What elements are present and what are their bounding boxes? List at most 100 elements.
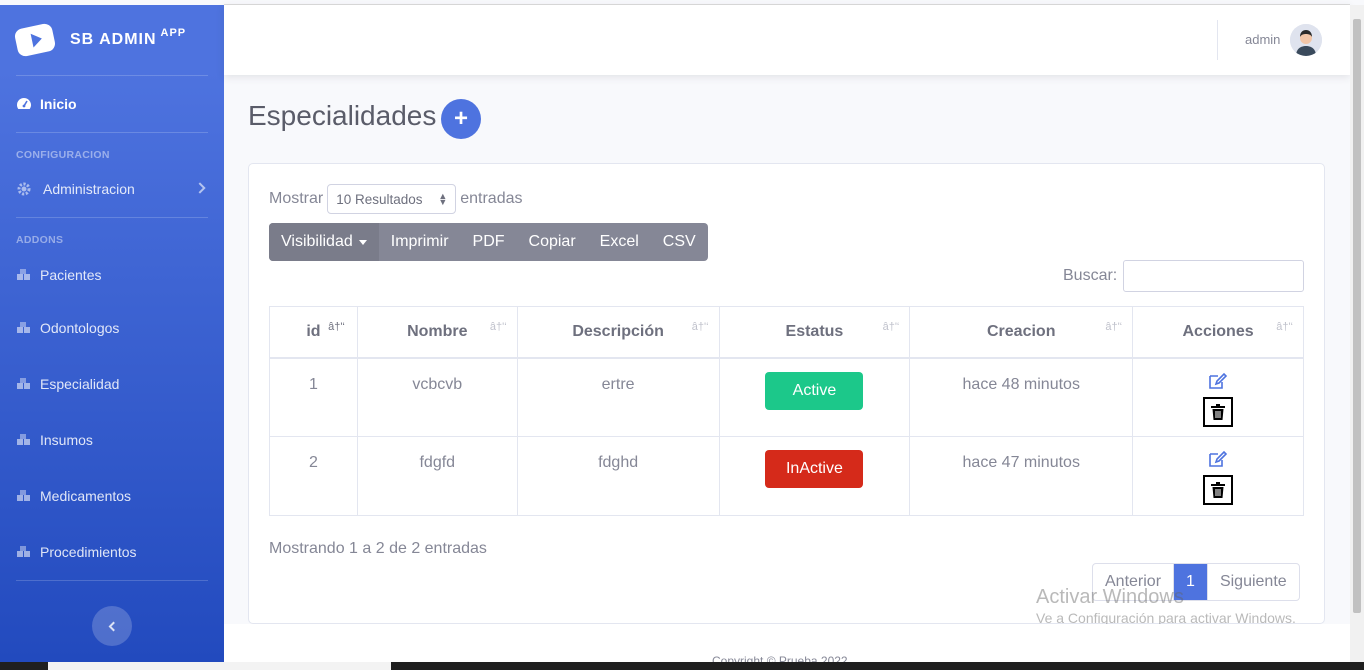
cell-estatus: InActive	[718, 436, 911, 516]
cell-acciones	[1132, 357, 1304, 437]
table-info: Mostrando 1 a 2 de 2 entradas	[269, 540, 487, 557]
cell-creacion: hace 47 minutos	[909, 436, 1134, 516]
sidebar-item-label: Procedimientos	[40, 544, 137, 560]
brand-sup: APP	[160, 27, 187, 39]
visibility-button[interactable]: Visibilidad	[269, 223, 379, 261]
sort-icon: â†'‘	[1105, 321, 1123, 333]
column-header-descripcion[interactable]: Descripción â†'‘	[516, 306, 720, 359]
cell-id: 2	[269, 436, 358, 516]
cell-creacion: hace 48 minutos	[909, 357, 1134, 437]
topbar-divider	[1217, 20, 1218, 60]
sidebar-item-inicio[interactable]: Inicio	[0, 76, 224, 132]
scrollbar-thumb[interactable]	[1353, 19, 1361, 613]
table-row: 1 vcbcvb ertre Active hace 48 minutos	[269, 357, 1304, 437]
brand-name: SB ADMIN APP	[70, 27, 187, 48]
brand[interactable]: SB ADMIN APP	[0, 5, 224, 75]
vertical-scrollbar[interactable]	[1350, 5, 1364, 662]
chevron-right-icon	[194, 182, 206, 194]
cell-acciones	[1132, 436, 1304, 516]
cubes-icon	[16, 268, 32, 282]
column-header-id[interactable]: id â†'‘	[269, 306, 358, 359]
sidebar-item-insumos[interactable]: Insumos	[0, 412, 224, 468]
length-control: Mostrar 10 Resultados ▲ ▼ entradas	[269, 184, 523, 214]
status-badge[interactable]: Active	[765, 371, 864, 410]
cell-nombre: fdgfd	[356, 436, 518, 516]
table-header-row: id â†'‘ Nombre â†'‘ Descripción â†'‘ Estatu…	[269, 306, 1304, 359]
cubes-icon	[16, 545, 32, 559]
pdf-button[interactable]: PDF	[461, 223, 517, 261]
column-header-creacion[interactable]: Creacion â†'‘	[909, 306, 1134, 359]
caret-down-icon	[358, 239, 367, 245]
user-name[interactable]: admin	[1245, 32, 1280, 47]
cell-id: 1	[269, 357, 358, 437]
cubes-icon	[16, 489, 32, 503]
page-title: Especialidades	[248, 100, 437, 131]
length-select[interactable]: 10 Resultados ▲ ▼	[327, 184, 457, 214]
sidebar-item-pacientes[interactable]: Pacientes	[0, 250, 224, 300]
cell-descripcion: fdghd	[516, 436, 720, 516]
os-taskbar	[0, 662, 1364, 670]
plus-icon: +	[453, 105, 468, 132]
cell-estatus: Active	[718, 357, 911, 437]
gear-icon	[16, 182, 32, 196]
sidebar-item-administracion[interactable]: Administracion	[0, 165, 224, 213]
delete-icon[interactable]	[1203, 396, 1234, 427]
topbar: admin	[224, 5, 1350, 75]
brand-logo-icon	[13, 22, 57, 58]
cubes-icon	[16, 433, 32, 447]
sidebar-item-label: Medicamentos	[40, 488, 132, 504]
sidebar-item-label: Odontologos	[40, 320, 120, 336]
next-button[interactable]: Siguiente	[1208, 564, 1299, 600]
table-row: 2 fdgfd fdghd InActive hace 47 minutos	[269, 436, 1304, 516]
delete-icon[interactable]	[1203, 475, 1234, 505]
sidebar-item-especialidad[interactable]: Especialidad	[0, 356, 224, 412]
tachometer-icon	[16, 97, 32, 111]
sort-icon: â†'‘	[882, 321, 900, 333]
cell-descripcion: ertre	[516, 357, 720, 437]
search-label: Buscar:	[1063, 267, 1118, 284]
sidebar-item-odontologos[interactable]: Odontologos	[0, 300, 224, 356]
cubes-icon	[16, 377, 32, 391]
chevron-left-icon	[108, 621, 119, 631]
sidebar-divider	[16, 580, 208, 581]
sidebar-item-label: Administracion	[43, 181, 135, 197]
sidebar-item-label: Especialidad	[40, 376, 120, 392]
sidebar-item-label: Insumos	[40, 432, 93, 448]
especialidades-table: id â†'‘ Nombre â†'‘ Descripción â†'‘ Estatu…	[269, 306, 1304, 516]
excel-button[interactable]: Excel	[588, 223, 651, 261]
taskbar-search-box[interactable]	[48, 662, 391, 670]
add-button[interactable]: +	[441, 99, 481, 139]
status-badge[interactable]: InActive	[765, 450, 864, 488]
column-header-estatus[interactable]: Estatus â†'‘	[718, 306, 911, 359]
sidebar-item-label: Pacientes	[40, 267, 102, 283]
search-input[interactable]	[1123, 260, 1304, 292]
sort-arrows-icon: ▲ ▼	[438, 191, 448, 207]
export-button-group: Visibilidad Imprimir PDF Copiar Excel CS…	[269, 223, 708, 261]
edit-icon[interactable]	[1208, 372, 1228, 395]
avatar[interactable]	[1290, 24, 1322, 56]
sidebar-item-medicamentos[interactable]: Medicamentos	[0, 468, 224, 524]
length-select-value: 10 Resultados	[336, 191, 423, 207]
sidebar-item-label: Inicio	[40, 96, 77, 112]
sort-icon: â†'‘	[328, 321, 345, 333]
length-prefix: Mostrar	[269, 190, 324, 207]
cubes-icon	[16, 321, 32, 335]
footer: Copyright © Prueba 2022	[224, 624, 1350, 668]
copy-button[interactable]: Copiar	[517, 223, 588, 261]
column-header-nombre[interactable]: Nombre â†'‘	[356, 306, 518, 359]
edit-icon[interactable]	[1208, 450, 1228, 473]
sidebar-toggle-button[interactable]	[92, 606, 132, 646]
sidebar-heading-config: CONFIGURACION	[16, 149, 110, 161]
windows-activation-title: Activar Windows	[1036, 586, 1184, 608]
sidebar-heading-addons: ADDONS	[16, 234, 64, 246]
sort-icon: â†'‘	[691, 321, 709, 333]
column-header-acciones[interactable]: Acciones â†'‘	[1132, 306, 1304, 359]
sidebar: SB ADMIN APP Inicio CONFIGURACION Adminis…	[0, 5, 224, 662]
length-suffix: entradas	[460, 190, 523, 207]
csv-button[interactable]: CSV	[651, 223, 708, 261]
print-button[interactable]: Imprimir	[379, 223, 461, 261]
sidebar-item-procedimientos[interactable]: Procedimientos	[0, 524, 224, 580]
visibility-label: Visibilidad	[281, 233, 353, 250]
sort-icon: â†'‘	[489, 321, 507, 333]
sort-icon: â†'‘	[1276, 321, 1293, 333]
